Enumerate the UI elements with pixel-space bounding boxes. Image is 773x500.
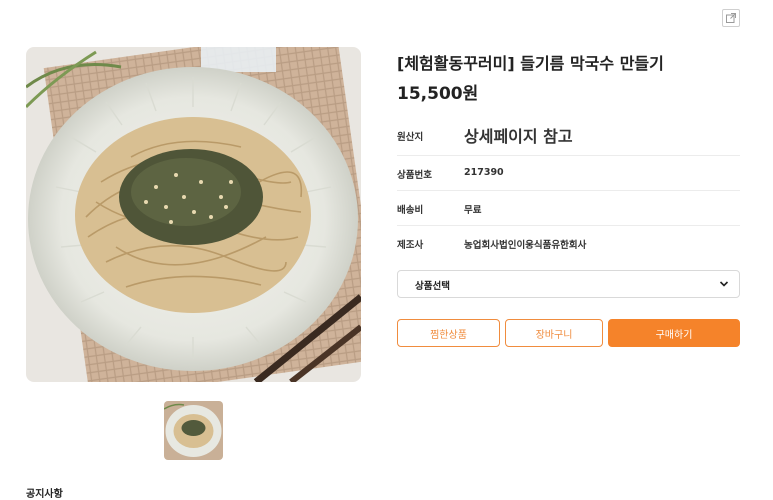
- product-price: 15,500원: [397, 84, 479, 104]
- share-button[interactable]: [722, 9, 740, 27]
- info-row-origin: 원산지 상세페이지 참고: [397, 118, 740, 156]
- product-option-select[interactable]: 상품선택: [397, 270, 740, 298]
- select-label: 상품선택: [415, 281, 450, 292]
- wishlist-button[interactable]: 찜한상품: [397, 319, 500, 347]
- share-external-icon: [726, 13, 736, 23]
- info-label: 상품번호: [397, 170, 432, 181]
- info-row-shipping: 배송비 무료: [397, 191, 740, 226]
- info-value: 상세페이지 참고: [464, 127, 573, 146]
- product-thumbnail[interactable]: [164, 401, 223, 460]
- info-label: 제조사: [397, 240, 424, 251]
- chevron-down-icon: [719, 281, 729, 287]
- info-value: 농업회사법인이웅식품유한회사: [464, 240, 587, 251]
- product-title: [체험활동꾸러미] 들기름 막국수 만들기: [397, 54, 664, 73]
- buy-now-button[interactable]: 구매하기: [608, 319, 740, 347]
- info-label: 원산지: [397, 132, 424, 143]
- add-to-cart-button[interactable]: 장바구니: [505, 319, 603, 347]
- info-row-product-number: 상품번호 217390: [397, 156, 740, 191]
- info-row-manufacturer: 제조사 농업회사법인이웅식품유한회사: [397, 226, 740, 261]
- product-main-image: [26, 47, 361, 382]
- info-value: 무료: [464, 205, 482, 216]
- info-label: 배송비: [397, 205, 424, 216]
- info-value: 217390: [464, 167, 504, 178]
